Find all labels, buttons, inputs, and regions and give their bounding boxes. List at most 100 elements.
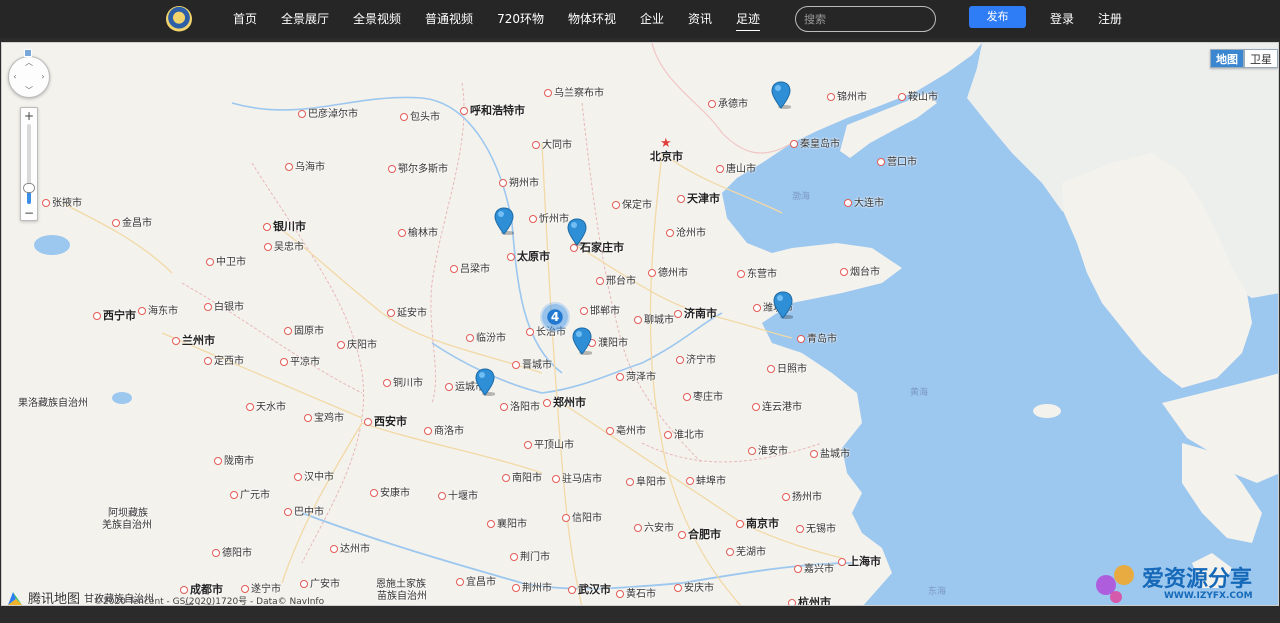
map-city-label: 十堰市 [438, 492, 478, 502]
map-city-label: 六安市 [634, 524, 674, 534]
map-city-label: 西安市 [364, 416, 407, 427]
map-city-label: 杭州市 [788, 597, 831, 605]
map-city-label: 北京市 ★ [650, 136, 683, 163]
map-city-label: 荆门市 [510, 553, 550, 563]
map-city-label: 黄石市 [616, 590, 656, 600]
map-city-label: 盐城市 [810, 450, 850, 460]
main-nav: 首页 全景展厅 全景视频 普通视频 720环物 物体环视 企业 资讯 足迹 [221, 0, 772, 38]
map-city-label: 乌兰察布市 [544, 89, 604, 99]
zoom-in-button[interactable]: + [21, 109, 37, 123]
location-marker-qinhuangdao[interactable] [771, 81, 791, 109]
map-city-label: 恩施土家族 [376, 579, 426, 590]
publish-button[interactable]: 发布 [969, 6, 1026, 28]
zoom-control: + − [20, 107, 38, 221]
map-city-label: 承德市 [708, 100, 748, 110]
map-provider-name: 腾讯地图 [28, 592, 81, 606]
zoom-out-button[interactable]: − [21, 206, 37, 220]
compass-icon[interactable] [24, 49, 32, 57]
location-marker-rizhao[interactable] [773, 291, 793, 319]
pan-right-icon[interactable]: › [37, 71, 49, 83]
map-city-label: 济南市 [674, 308, 717, 319]
map-city-label: 亳州市 [606, 427, 646, 437]
location-marker-luoyang[interactable] [475, 368, 495, 396]
nav-normal-video[interactable]: 普通视频 [413, 0, 485, 38]
map-city-label: 济宁市 [676, 356, 716, 366]
map-city-label: 渤海 [792, 192, 811, 202]
map-type-switch: 地图 卫星 [1210, 49, 1278, 68]
map-city-label: 鞍山市 [898, 93, 938, 103]
map-city-label: 果洛藏族自治州 [18, 398, 88, 409]
map-city-label: 郑州市 [543, 397, 586, 408]
map-city-label: 朔州市 [499, 179, 539, 189]
nav-panorama-video[interactable]: 全景视频 [341, 0, 413, 38]
pan-left-icon[interactable]: ‹ [9, 71, 21, 83]
site-logo[interactable] [166, 6, 192, 32]
map-city-label: 合肥市 [678, 529, 721, 540]
map-city-label: 锦州市 [827, 93, 867, 103]
zoom-slider-handle[interactable] [23, 183, 35, 193]
nav-footprint[interactable]: 足迹 [724, 0, 772, 38]
location-marker-zhengzhou[interactable] [572, 327, 592, 355]
map-city-label: 邢台市 [596, 277, 636, 287]
map-city-label: 商洛市 [424, 427, 464, 437]
nav-panorama-hall[interactable]: 全景展厅 [269, 0, 341, 38]
watermark: 爱资源分享 WWW.IZYFX.COM [1094, 561, 1253, 605]
map-city-label: 羌族自治州 [102, 520, 152, 531]
map-type-satellite-button[interactable]: 卫星 [1244, 49, 1278, 68]
map-city-label: 聊城市 [634, 316, 674, 326]
watermark-logo-icon [1096, 565, 1134, 603]
map-city-label: 太原市 [507, 251, 550, 262]
location-marker-shijiazhuang[interactable] [567, 218, 587, 246]
map-city-label: 秦皇岛市 [790, 140, 840, 150]
map-city-label: 铜川市 [383, 379, 423, 389]
map-city-label: 西宁市 [93, 310, 136, 321]
pan-up-icon[interactable]: ︿ [23, 57, 35, 69]
map-city-label: 连云港市 [752, 403, 802, 413]
register-link[interactable]: 注册 [1098, 0, 1122, 38]
map-city-label: 安庆市 [674, 584, 714, 594]
map-city-label: 包头市 [400, 113, 440, 123]
map-city-label: 大同市 [532, 141, 572, 151]
map-city-label: 固原市 [284, 327, 324, 337]
watermark-url: WWW.IZYFX.COM [1164, 591, 1253, 601]
tencent-map-logo[interactable]: 腾讯地图 [6, 588, 81, 606]
marker-cluster[interactable]: 4 [540, 302, 570, 332]
nav-home[interactable]: 首页 [221, 0, 269, 38]
map-city-label: 定西市 [204, 357, 244, 367]
nav-enterprise[interactable]: 企业 [628, 0, 676, 38]
map-city-label: 上海市 [838, 556, 881, 567]
map-city-label: 乌海市 [285, 163, 325, 173]
location-marker-taiyuan[interactable] [494, 207, 514, 235]
map-city-label: 菏泽市 [616, 373, 656, 383]
map-type-map-button[interactable]: 地图 [1210, 49, 1244, 68]
map-city-label: 延安市 [387, 309, 427, 319]
map-city-label: 吕梁市 [450, 265, 490, 275]
nav-news[interactable]: 资讯 [676, 0, 724, 38]
map-city-label: 晋城市 [512, 361, 552, 371]
pan-down-icon[interactable]: ﹀ [23, 85, 35, 97]
map-city-label: 张掖市 [42, 199, 82, 209]
map-city-label: 嘉兴市 [794, 565, 834, 575]
map-city-label: 平顶山市 [524, 441, 574, 451]
map-pan-control[interactable]: ︿ ﹀ ‹ › [8, 56, 50, 98]
search-input[interactable] [795, 6, 936, 32]
map-city-label: 信阳市 [562, 514, 602, 524]
map-city-label: 临汾市 [466, 334, 506, 344]
login-link[interactable]: 登录 [1050, 0, 1074, 38]
map-city-label: 淮北市 [664, 431, 704, 441]
map-city-label: 兰州市 [172, 335, 215, 346]
map-city-label: 陇南市 [214, 457, 254, 467]
map-city-label: 巴中市 [284, 508, 324, 518]
map-city-label: 无锡市 [796, 525, 836, 535]
map-city-label: 邯郸市 [580, 307, 620, 317]
nav-720-object[interactable]: 720环物 [485, 0, 556, 38]
nav-object-view[interactable]: 物体环视 [556, 0, 628, 38]
map-city-label: 天水市 [246, 403, 286, 413]
map-container[interactable]: 乌兰察布市 锦州市 鞍山市 巴彦淖尔市 包头市 呼和浩特市 承德市 秦皇岛市 大同市 北京市 ★ 乌海… [1, 42, 1279, 606]
map-city-label: 保定市 [612, 201, 652, 211]
map-city-label: 榆林市 [398, 229, 438, 239]
map-city-label: 宝鸡市 [304, 414, 344, 424]
map-city-label: 东营市 [737, 270, 777, 280]
map-city-label: 达州市 [330, 545, 370, 555]
map-city-label: 阿坝藏族 [108, 508, 148, 519]
